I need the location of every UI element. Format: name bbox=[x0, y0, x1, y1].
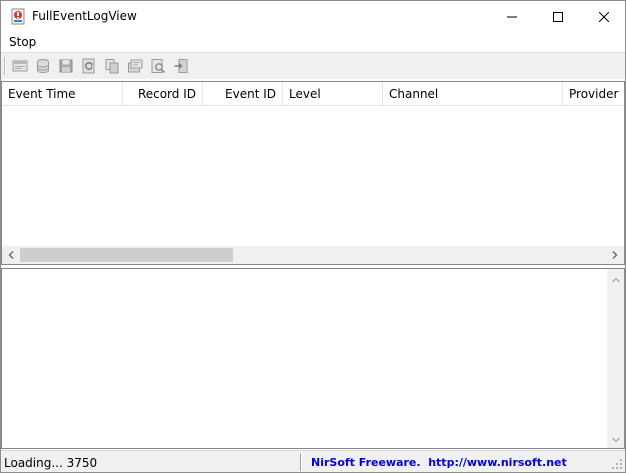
find-button[interactable] bbox=[149, 57, 167, 75]
column-header-provider[interactable]: Provider bbox=[563, 82, 624, 106]
scroll-right-button[interactable] bbox=[606, 246, 624, 264]
event-list[interactable]: Event Time Record ID Event ID Level Chan… bbox=[1, 81, 625, 265]
scroll-left-button[interactable] bbox=[2, 246, 20, 264]
chevron-left-icon bbox=[8, 251, 14, 259]
vertical-scrollbar[interactable] bbox=[607, 269, 624, 448]
properties-button[interactable] bbox=[11, 57, 29, 75]
html-report-button[interactable] bbox=[126, 57, 144, 75]
minimize-icon bbox=[507, 16, 517, 17]
find-icon bbox=[151, 59, 166, 74]
list-header: Event Time Record ID Event ID Level Chan… bbox=[2, 82, 624, 106]
details-pane[interactable] bbox=[1, 268, 625, 449]
html-report-icon bbox=[128, 59, 143, 73]
nirsoft-link[interactable]: NirSoft Freeware. http://www.nirsoft.net bbox=[311, 456, 567, 469]
properties-icon bbox=[12, 60, 28, 72]
refresh-icon bbox=[82, 58, 95, 74]
status-bar: Loading... 3750 NirSoft Freeware. http:/… bbox=[1, 450, 625, 472]
column-header-record-id[interactable]: Record ID bbox=[123, 82, 203, 106]
menu-stop[interactable]: Stop bbox=[9, 35, 36, 49]
exit-button[interactable] bbox=[172, 57, 190, 75]
resize-grip-icon[interactable] bbox=[611, 458, 623, 470]
toolbar-grip[interactable] bbox=[4, 57, 6, 75]
column-header-event-time[interactable]: Event Time bbox=[2, 82, 123, 106]
refresh-button[interactable] bbox=[80, 57, 98, 75]
maximize-icon bbox=[553, 11, 563, 22]
close-icon bbox=[599, 11, 609, 22]
database-icon bbox=[37, 59, 49, 74]
chevron-down-icon bbox=[611, 437, 620, 442]
maximize-button[interactable] bbox=[535, 1, 581, 32]
app-icon bbox=[11, 8, 25, 25]
scroll-down-button[interactable] bbox=[607, 431, 624, 448]
app-window: FullEventLogView Stop Event Time Record … bbox=[0, 0, 626, 473]
column-header-level[interactable]: Level bbox=[283, 82, 383, 106]
database-button[interactable] bbox=[34, 57, 52, 75]
scroll-up-button[interactable] bbox=[607, 271, 624, 288]
save-button[interactable] bbox=[57, 57, 75, 75]
horizontal-scroll-thumb[interactable] bbox=[20, 248, 233, 262]
close-button[interactable] bbox=[581, 1, 626, 32]
column-header-channel[interactable]: Channel bbox=[383, 82, 563, 106]
toolbar bbox=[1, 52, 625, 79]
status-separator bbox=[300, 453, 302, 471]
menu-bar: Stop bbox=[1, 32, 625, 52]
horizontal-scrollbar[interactable] bbox=[2, 246, 624, 264]
status-loading-text: Loading... 3750 bbox=[4, 456, 98, 470]
copy-button[interactable] bbox=[103, 57, 121, 75]
copy-icon bbox=[105, 59, 119, 74]
save-icon bbox=[59, 59, 73, 73]
chevron-up-icon bbox=[611, 277, 620, 282]
chevron-right-icon bbox=[612, 251, 618, 259]
column-header-event-id[interactable]: Event ID bbox=[203, 82, 283, 106]
minimize-button[interactable] bbox=[489, 1, 535, 32]
window-title: FullEventLogView bbox=[32, 9, 137, 23]
exit-icon bbox=[174, 59, 188, 73]
title-bar[interactable]: FullEventLogView bbox=[1, 1, 625, 32]
